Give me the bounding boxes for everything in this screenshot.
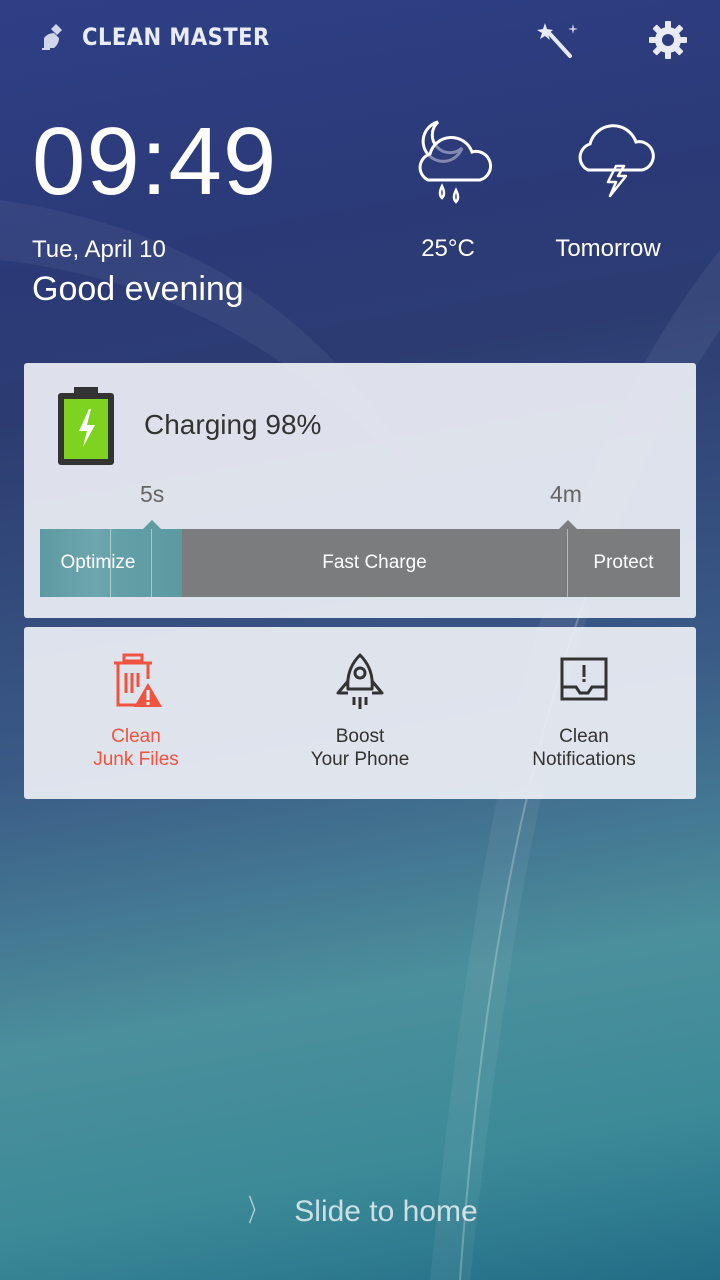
- notification-tray-icon: [560, 657, 608, 701]
- rocket-icon: [336, 653, 384, 709]
- fast-charge-label: Fast Charge: [322, 552, 427, 573]
- boost-label: Boost Your Phone: [248, 725, 472, 771]
- chevron-right-icon: 〉: [248, 1195, 267, 1228]
- optimize-label: Optimize: [60, 552, 136, 573]
- slide-to-home[interactable]: 〉 Slide to home: [0, 1186, 720, 1230]
- optimize-time-label: 5s: [140, 481, 165, 507]
- weather-tomorrow-label[interactable]: Tomorrow: [540, 235, 676, 263]
- protect-time-label: 4m: [550, 481, 582, 507]
- protect-label: Protect: [593, 552, 654, 573]
- app-name: CLEAN MASTER: [82, 23, 270, 51]
- weather-temperature: 25°C: [421, 235, 475, 262]
- boost-line1: Boost: [335, 726, 385, 747]
- charging-status: Charging 98%: [144, 409, 322, 440]
- broom-icon: [42, 24, 62, 50]
- gear-icon[interactable]: [646, 18, 690, 62]
- optimize-marker: [143, 520, 161, 529]
- slide-label: Slide to home: [294, 1195, 478, 1228]
- boost-phone-button[interactable]: Boost Your Phone: [248, 627, 472, 799]
- charging-card[interactable]: Charging 98% 5s 4m Optimize Fast Charge …: [24, 363, 696, 618]
- clock-time: 09:49: [32, 108, 278, 215]
- clean-notifications-line1: Clean: [559, 726, 609, 747]
- trash-warning-icon: [114, 653, 162, 707]
- clean-junk-line2: Junk Files: [93, 749, 179, 770]
- top-bar: CLEAN MASTER: [0, 0, 720, 80]
- brand: CLEAN MASTER: [40, 22, 295, 52]
- clean-notifications-line2: Notifications: [532, 749, 636, 770]
- greeting: Good evening: [32, 270, 244, 308]
- clean-junk-label: Clean Junk Files: [24, 725, 248, 771]
- battery-icon: [58, 387, 114, 465]
- cloud-lightning-icon[interactable]: [570, 114, 660, 204]
- boost-line2: Your Phone: [310, 749, 410, 770]
- clean-notifications-label: Clean Notifications: [472, 725, 696, 771]
- charge-progress-bar: Optimize Fast Charge Protect: [40, 520, 680, 597]
- clean-notifications-button[interactable]: Clean Notifications: [472, 627, 696, 799]
- quick-tools-card: Clean Junk Files Boost Your Phone Clean …: [24, 627, 696, 799]
- clock-date: Tue, April 10: [32, 236, 166, 263]
- clean-junk-files-button[interactable]: Clean Junk Files: [24, 627, 248, 799]
- protect-marker: [559, 520, 577, 529]
- magic-wand-icon[interactable]: [536, 20, 580, 62]
- clean-junk-line1: Clean: [111, 726, 161, 747]
- cloud-moon-rain-icon[interactable]: [410, 114, 496, 214]
